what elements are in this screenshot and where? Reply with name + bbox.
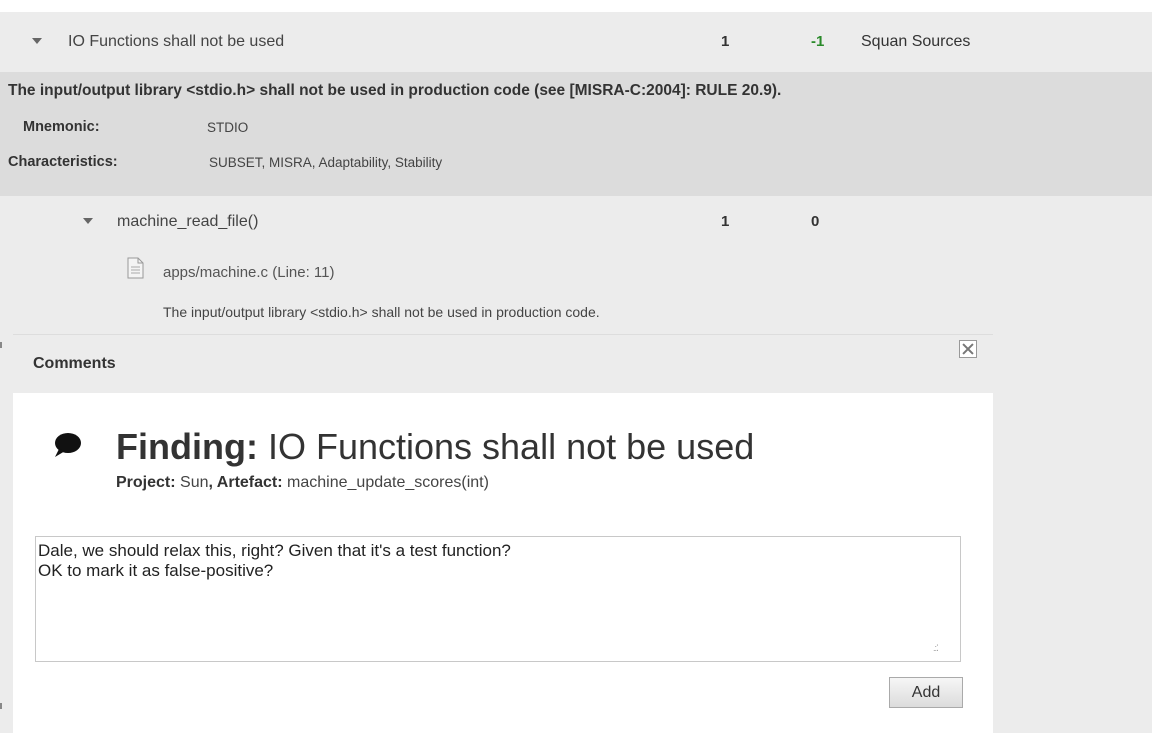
file-message: The input/output library <stdio.h> shall… (163, 304, 600, 320)
edge-marker (0, 342, 2, 348)
speech-bubble-icon (55, 433, 81, 457)
file-icon (127, 257, 144, 279)
project-value: Sun (175, 474, 209, 491)
expand-triangle-icon[interactable] (32, 38, 42, 44)
finding-count: 1 (721, 33, 730, 50)
finding-prefix: Finding: (116, 426, 258, 467)
expand-triangle-icon[interactable] (83, 218, 93, 224)
resize-grip-icon[interactable]: .:⁚ (933, 643, 939, 654)
edge-marker (0, 703, 2, 709)
project-label: Project: (116, 474, 176, 491)
mnemonic-label: Mnemonic: (23, 119, 100, 135)
dialog-header: Comments (13, 335, 993, 393)
finding-heading: Finding: IO Functions shall not be used (116, 426, 754, 468)
close-icon[interactable] (959, 340, 977, 358)
artefact-count: 1 (721, 213, 730, 230)
add-comment-button[interactable]: Add (889, 677, 963, 708)
comment-input[interactable]: Dale, we should relax this, right? Given… (35, 536, 961, 662)
artefact-row-label[interactable]: machine_read_file() (117, 213, 258, 231)
artefact-value: machine_update_scores(int) (282, 474, 489, 491)
characteristics-label: Characteristics: (8, 154, 118, 170)
mnemonic-value: STDIO (207, 120, 249, 135)
finding-name: IO Functions shall not be used (257, 426, 755, 467)
comments-dialog: Comments Finding: IO Functions shall not… (13, 334, 993, 733)
characteristics-value: SUBSET, MISRA, Adaptability, Stability (209, 155, 443, 170)
rule-description: The input/output library <stdio.h> shall… (8, 82, 782, 99)
finding-delta: -1 (811, 33, 825, 50)
file-location-link[interactable]: apps/machine.c (Line: 11) (163, 264, 334, 281)
dialog-title: Comments (33, 355, 116, 372)
finding-source: Squan Sources (861, 33, 971, 50)
artefact-label: , Artefact: (208, 474, 283, 491)
finding-context: Project: Sun, Artefact: machine_update_s… (116, 474, 489, 492)
finding-row-label[interactable]: IO Functions shall not be used (68, 33, 284, 51)
artefact-delta: 0 (811, 213, 820, 230)
